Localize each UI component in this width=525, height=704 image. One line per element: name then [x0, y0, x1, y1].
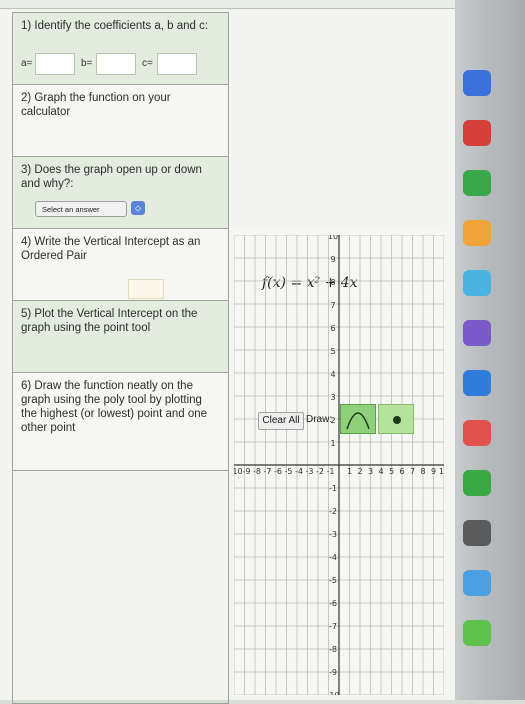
y-tick-label: -5 [329, 576, 337, 585]
ordered-pair-input[interactable] [128, 279, 164, 299]
y-tick-label: -6 [329, 599, 337, 608]
x-tick-label: 8 [420, 467, 425, 476]
assignment-page: 1) Identify the coefficients a, b and c:… [0, 0, 455, 704]
question-4: 4) Write the Vertical Intercept as an Or… [13, 229, 228, 301]
x-tick-label: 3 [368, 467, 373, 476]
y-tick-label: 5 [330, 347, 335, 356]
b-label: b= [81, 58, 93, 69]
x-tick-label: -1 [327, 467, 335, 476]
x-tick-label: 7 [410, 467, 415, 476]
y-tick-label: 1 [330, 439, 335, 448]
x-tick-label: 10 [439, 467, 444, 476]
x-tick-label: -5 [285, 467, 293, 476]
c-label: c= [142, 58, 153, 69]
clear-all-button[interactable]: Clear All [258, 412, 304, 430]
x-tick-label: -7 [264, 467, 272, 476]
y-tick-label: 4 [330, 370, 335, 379]
x-tick-label: -8 [253, 467, 261, 476]
question-1-text: 1) Identify the coefficients a, b and c: [21, 20, 209, 32]
question-4-text: 4) Write the Vertical Intercept as an Or… [21, 236, 201, 262]
y-tick-label: 7 [330, 301, 335, 310]
x-tick-label: 4 [378, 467, 383, 476]
y-tick-label: 8 [330, 278, 335, 287]
coefficient-inputs: a= b= c= [21, 53, 221, 75]
y-tick-label: -9 [329, 668, 337, 677]
question-3: 3) Does the graph open up or down and wh… [13, 157, 228, 229]
x-tick-label: 6 [399, 467, 404, 476]
x-tick-label: 1 [347, 467, 352, 476]
dock-app-icon[interactable] [463, 270, 491, 296]
dock-app-icon[interactable] [463, 520, 491, 546]
x-tick-label: -9 [243, 467, 251, 476]
question-column: 1) Identify the coefficients a, b and c:… [12, 12, 229, 704]
draw-label: Draw: [306, 414, 333, 425]
c-input[interactable] [157, 53, 197, 75]
x-tick-label: -3 [306, 467, 314, 476]
page-top-border [0, 0, 455, 9]
question-5-text: 5) Plot the Vertical Intercept on the gr… [21, 308, 198, 334]
x-tick-label: -6 [274, 467, 282, 476]
dock-app-icon[interactable] [463, 370, 491, 396]
select-answer-dropdown[interactable]: Select an answer [35, 201, 127, 217]
x-tick-label: -4 [295, 467, 303, 476]
poly-tool-button[interactable] [340, 404, 376, 434]
dock-app-icon[interactable] [463, 170, 491, 196]
dock-app-icon[interactable] [463, 470, 491, 496]
y-tick-label: -3 [329, 530, 337, 539]
question-6: 6) Draw the function neatly on the graph… [13, 373, 228, 471]
question-3-text: 3) Does the graph open up or down and wh… [21, 164, 202, 190]
desktop-dock [455, 0, 525, 700]
dock-app-icon[interactable] [463, 220, 491, 246]
select-arrow-icon[interactable]: ⬦ [131, 201, 145, 215]
point-icon [393, 416, 401, 424]
dock-app-icon[interactable] [463, 420, 491, 446]
dock-app-icon[interactable] [463, 120, 491, 146]
y-tick-label: -2 [329, 507, 337, 516]
y-tick-label: 9 [330, 255, 335, 264]
question-5: 5) Plot the Vertical Intercept on the gr… [13, 301, 228, 373]
dock-app-icon[interactable] [463, 620, 491, 646]
y-tick-label: -1 [329, 484, 337, 493]
question-1: 1) Identify the coefficients a, b and c:… [13, 13, 228, 85]
point-tool-button[interactable] [378, 404, 414, 434]
b-input[interactable] [96, 53, 136, 75]
y-tick-label: -4 [329, 553, 337, 562]
y-tick-label: 3 [330, 393, 335, 402]
y-tick-label: 6 [330, 324, 335, 333]
x-tick-label: -2 [316, 467, 324, 476]
dock-app-icon[interactable] [463, 70, 491, 96]
y-tick-label: -10 [326, 691, 339, 695]
y-tick-label: -8 [329, 645, 337, 654]
question-2: 2) Graph the function on your calculator [13, 85, 228, 157]
x-tick-label: 2 [357, 467, 362, 476]
x-tick-label: 9 [431, 467, 436, 476]
dock-app-icon[interactable] [463, 570, 491, 596]
x-tick-label: 5 [389, 467, 394, 476]
a-label: a= [21, 58, 33, 69]
y-tick-label: -7 [329, 622, 337, 631]
question-6-text: 6) Draw the function neatly on the graph… [21, 380, 208, 434]
parabola-icon [346, 412, 370, 430]
x-tick-label: -10 [234, 467, 243, 476]
question-2-text: 2) Graph the function on your calculator [21, 92, 171, 118]
dock-app-icon[interactable] [463, 320, 491, 346]
a-input[interactable] [35, 53, 75, 75]
y-tick-label: 10 [328, 235, 338, 241]
coordinate-grid[interactable]: -10-9-8-7-6-5-4-3-2-11234567891010987654… [234, 235, 444, 695]
